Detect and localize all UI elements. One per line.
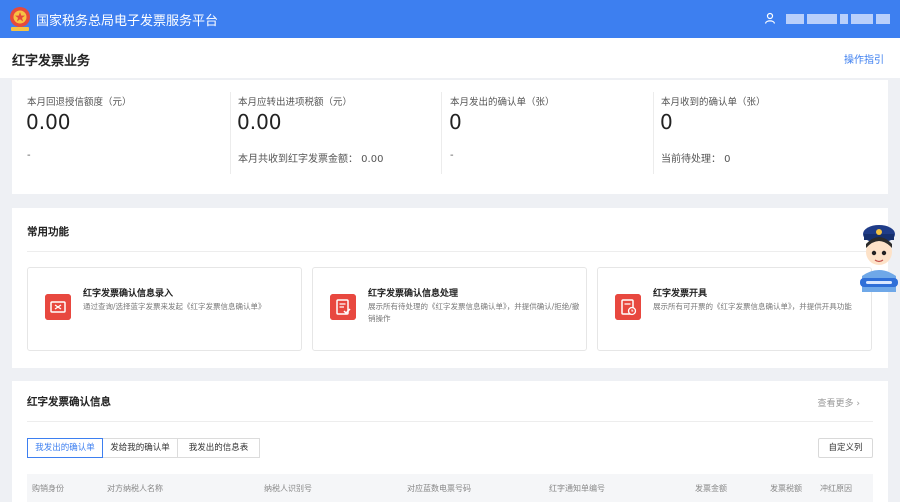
divider [27, 421, 873, 422]
stat-sent-confirmations: 本月发出的确认单（张） 0 - [435, 80, 654, 194]
invoice-issue-icon [615, 294, 641, 320]
card-red-invoice-issue[interactable]: 红字发票开具 展示所有可开票的《红字发票信息确认单》，并提供开具功能 [597, 267, 872, 351]
stat-sub: 当前待处理： 0 [661, 154, 731, 165]
column-header: 红字通知单编号 [549, 484, 605, 493]
section-title: 常用功能 [27, 226, 69, 238]
table-header: 购销身份 对方纳税人名称 纳税人识别号 对应蓝数电票号码 红字通知单编号 发票金… [27, 474, 873, 502]
confirmation-tabs: 我发出的确认单 发给我的确认单 我发出的信息表 [27, 438, 260, 458]
tab-received-confirmations[interactable]: 发给我的确认单 [102, 438, 178, 458]
confirmation-info-panel: 红字发票确认信息 查看更多 › 我发出的确认单 发给我的确认单 我发出的信息表 … [12, 381, 888, 502]
operation-guide-link[interactable]: 操作指引 [844, 51, 884, 66]
column-header: 发票税额 [770, 484, 802, 493]
card-title: 红字发票确认信息录入 [83, 289, 174, 299]
tax-emblem-icon [10, 7, 30, 31]
invoice-processing-icon [330, 294, 356, 320]
column-header: 纳税人识别号 [264, 484, 312, 493]
column-header: 发票金额 [695, 484, 727, 493]
stat-label: 本月发出的确认单（张） [450, 97, 555, 108]
stats-panel: 本月回退授信额度（元） 0.00 - 本月应转出进项税额（元） 0.00 本月共… [12, 80, 888, 194]
tab-sent-info-sheets[interactable]: 我发出的信息表 [177, 438, 260, 458]
stat-input-tax-transfer: 本月应转出进项税额（元） 0.00 本月共收到红字发票金额： 0.00 [223, 80, 442, 194]
view-more-link[interactable]: 查看更多 › [818, 396, 860, 409]
stat-received-confirmations: 本月收到的确认单（张） 0 当前待处理： 0 [646, 80, 865, 194]
page-title: 红字发票业务 [12, 54, 91, 69]
tab-sent-confirmations[interactable]: 我发出的确认单 [27, 438, 103, 458]
stat-value: 0 [660, 110, 673, 134]
card-title: 红字发票开具 [653, 289, 708, 299]
column-header: 对应蓝数电票号码 [407, 484, 471, 493]
app-title: 国家税务总局电子发票服务平台 [36, 14, 219, 29]
common-functions-panel: 常用功能 红字发票确认信息录入 通过查询/选择蓝字发票来发起《红字发票信息确认单… [12, 208, 888, 368]
stat-sub: 本月共收到红字发票金额： 0.00 [238, 154, 384, 165]
card-description: 通过查询/选择蓝字发票来发起《红字发票信息确认单》 [83, 302, 266, 311]
tax-assistant-avatar-icon[interactable] [858, 220, 900, 292]
card-title: 红字发票确认信息处理 [368, 289, 459, 299]
divider [27, 251, 873, 252]
column-header: 购销身份 [32, 484, 64, 493]
top-bar: 国家税务总局电子发票服务平台 [0, 0, 900, 38]
section-title: 红字发票确认信息 [27, 396, 111, 408]
stat-value: 0.00 [237, 110, 282, 134]
masked-user-name[interactable] [786, 14, 892, 24]
page-header: 红字发票业务 操作指引 [0, 38, 900, 78]
card-red-invoice-entry[interactable]: 红字发票确认信息录入 通过查询/选择蓝字发票来发起《红字发票信息确认单》 [27, 267, 302, 351]
card-description: 展示所有待处理的《红字发票信息确认单》，并提供确认/拒绝/撤销操作 [368, 302, 580, 323]
stat-sub: - [450, 150, 454, 161]
stat-value: 0.00 [26, 110, 71, 134]
stat-refund-credit: 本月回退授信额度（元） 0.00 - [12, 80, 231, 194]
column-header: 冲红原因 [820, 484, 852, 493]
stat-label: 本月回退授信额度（元） [27, 97, 132, 108]
card-red-invoice-processing[interactable]: 红字发票确认信息处理 展示所有待处理的《红字发票信息确认单》，并提供确认/拒绝/… [312, 267, 587, 351]
stat-value: 0 [449, 110, 462, 134]
user-icon[interactable] [764, 12, 776, 24]
invoice-entry-icon [45, 294, 71, 320]
custom-columns-button[interactable]: 自定义列 [818, 438, 873, 458]
card-description: 展示所有可开票的《红字发票信息确认单》，并提供开具功能 [653, 302, 852, 311]
stat-sub: - [27, 150, 31, 161]
stat-label: 本月应转出进项税额（元） [238, 97, 353, 108]
stat-label: 本月收到的确认单（张） [661, 97, 766, 108]
column-header: 对方纳税人名称 [107, 484, 163, 493]
